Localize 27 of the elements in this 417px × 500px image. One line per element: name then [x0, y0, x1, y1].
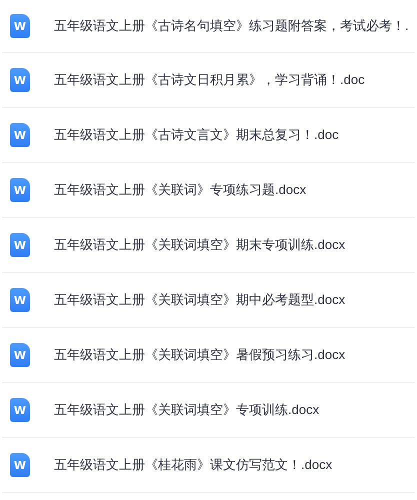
document-icon: W — [10, 453, 30, 477]
file-row[interactable]: W 五年级语文上册《关联词填空》期中必考题型.docx — [2, 273, 415, 328]
document-icon: W — [10, 123, 30, 147]
file-row[interactable]: W 五年级语文上册《古诗文言文》期末总复习！.doc — [2, 108, 415, 163]
file-row[interactable]: W 五年级语文上册《关联词填空》期末专项训练.docx — [2, 218, 415, 273]
file-name: 五年级语文上册《桂花雨》课文仿写范文！.docx — [54, 456, 332, 474]
file-name: 五年级语文上册《关联词填空》期末专项训练.docx — [54, 236, 346, 254]
file-name: 五年级语文上册《古诗文言文》期末总复习！.doc — [54, 126, 339, 144]
file-name: 五年级语文上册《古诗文日积月累》，学习背诵！.doc — [54, 71, 365, 89]
file-row[interactable]: W 五年级语文上册《关联词填空》专项训练.docx — [2, 383, 415, 438]
document-icon: W — [10, 398, 30, 422]
file-name: 五年级语文上册《关联词填空》期中必考题型.docx — [54, 291, 346, 309]
document-icon: W — [10, 288, 30, 312]
file-name: 五年级语文上册《关联词填空》专项训练.docx — [54, 401, 320, 419]
document-icon: W — [10, 233, 30, 257]
document-icon: W — [10, 343, 30, 367]
document-icon: W — [10, 14, 30, 38]
file-row[interactable]: W 五年级语文上册《桂花雨》课文仿写范文！.docx — [2, 438, 415, 493]
file-row[interactable]: W 五年级语文上册《关联词填空》暑假预习练习.docx — [2, 328, 415, 383]
file-name: 五年级语文上册《关联词填空》暑假预习练习.docx — [54, 346, 346, 364]
document-icon: W — [10, 68, 30, 92]
file-name: 五年级语文上册《古诗名句填空》练习题附答案，考试必考！. — [54, 17, 409, 35]
file-row[interactable]: W 五年级语文上册《关联词》专项练习题.docx — [2, 163, 415, 218]
file-row[interactable]: W 五年级语文上册《古诗名句填空》练习题附答案，考试必考！. — [2, 0, 415, 53]
file-name: 五年级语文上册《关联词》专项练习题.docx — [54, 181, 306, 199]
file-row[interactable]: W 五年级语文上册《古诗文日积月累》，学习背诵！.doc — [2, 53, 415, 108]
document-icon: W — [10, 178, 30, 202]
